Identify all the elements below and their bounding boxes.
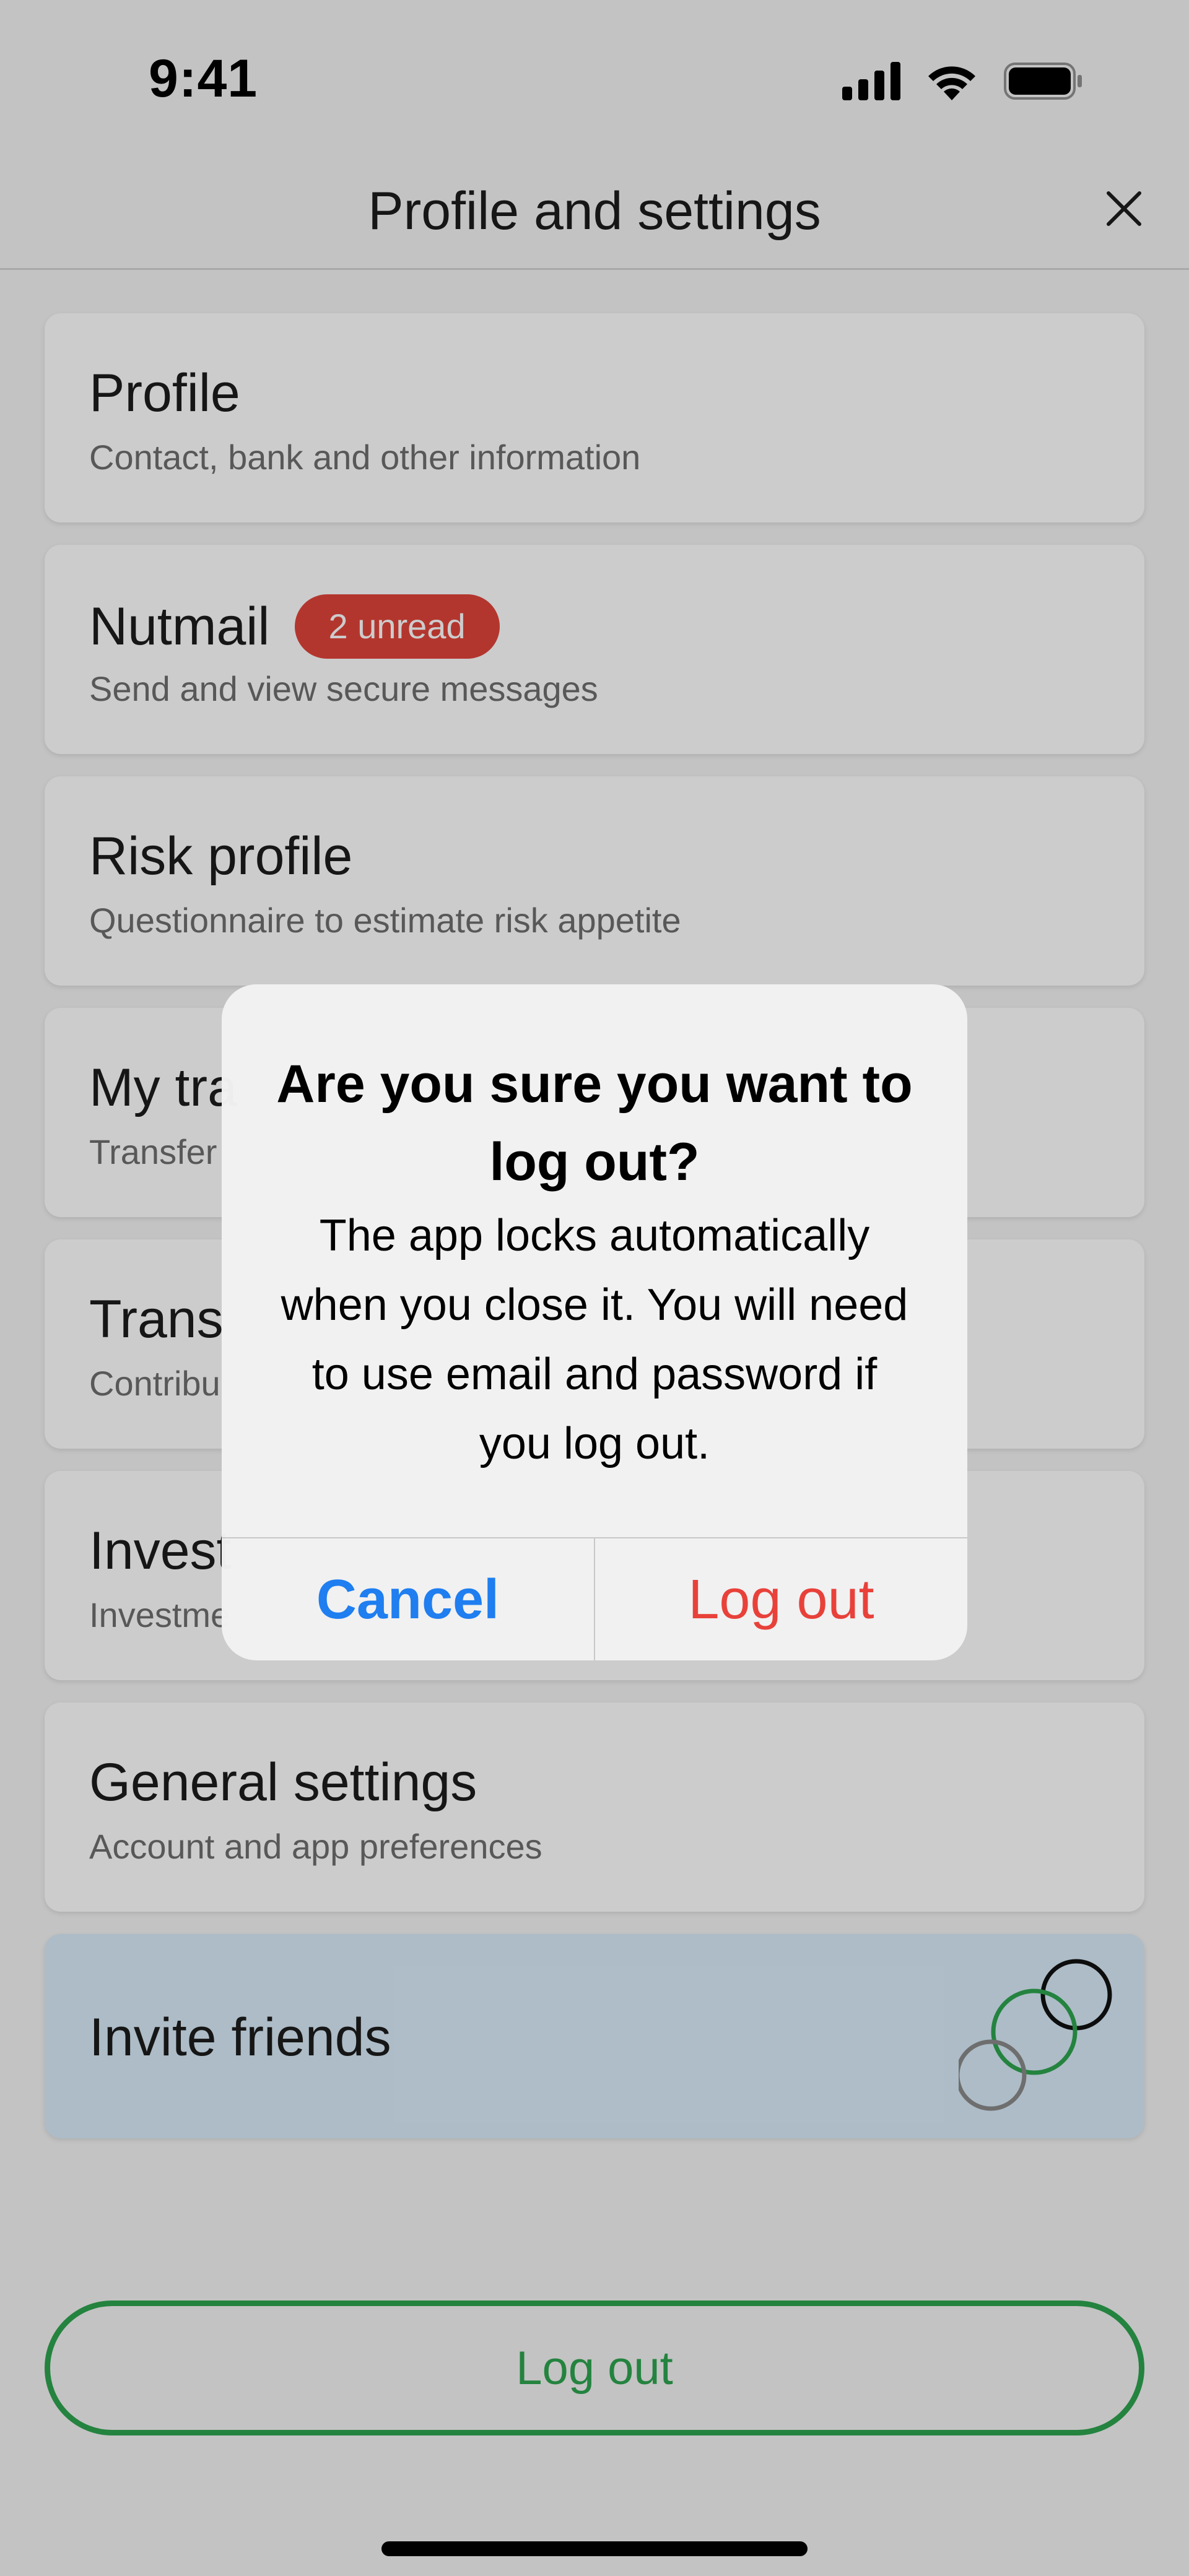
dialog-title: Are you sure you want to log out? — [276, 1054, 913, 1192]
confirm-logout-button[interactable]: Log out — [595, 1538, 967, 1660]
logout-confirm-dialog: Are you sure you want to log out? The ap… — [222, 984, 967, 1660]
cancel-button[interactable]: Cancel — [222, 1538, 595, 1660]
dialog-message: The app locks automatically when you clo… — [281, 1211, 908, 1468]
dialog-actions: Cancel Log out — [222, 1537, 967, 1660]
